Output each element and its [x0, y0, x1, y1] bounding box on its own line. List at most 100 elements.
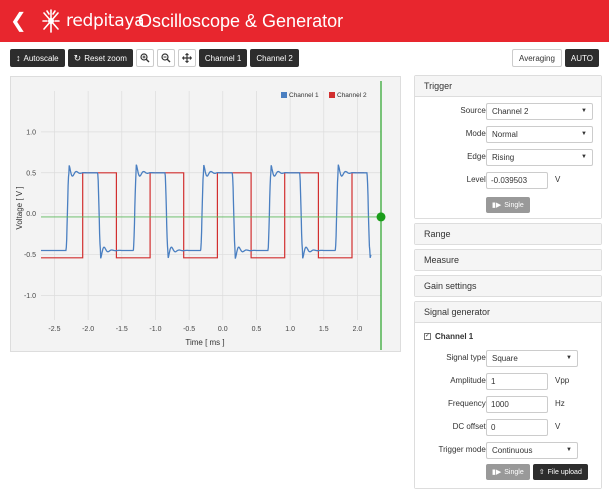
x-tick-label: 1.5 [319, 326, 329, 333]
legend-entry: Channel 1 [289, 92, 319, 99]
trigger-handle[interactable] [376, 212, 386, 222]
x-tick-label: -1.5 [116, 326, 128, 333]
trigger-single-button[interactable]: ▮▶ Single [486, 197, 530, 213]
autoscale-button[interactable]: ↕ Autoscale [10, 49, 65, 67]
trigger-level-unit: V [555, 175, 561, 184]
trigger-mode-gen-select[interactable]: Continuous ▼ [486, 442, 578, 459]
y-tick-label: 0.5 [26, 170, 36, 177]
x-tick-label: -2.0 [82, 326, 94, 333]
generator-single-button[interactable]: ▮▶ Single [486, 464, 530, 480]
pan-button[interactable] [177, 49, 196, 67]
frequency-unit: Hz [555, 399, 565, 408]
file-upload-button[interactable]: ⇧ File upload [532, 464, 588, 480]
file-upload-label: File upload [547, 468, 582, 476]
trigger-edge-row: Edge: Rising ▼ [415, 146, 601, 169]
trigger-level-label: Level: [466, 175, 488, 184]
upload-icon: ⇧ [538, 469, 545, 476]
redpitaya-logo[interactable]: redpitaya [40, 6, 145, 36]
trigger-edge-label: Edge: [467, 152, 488, 161]
refresh-icon: ↻ [73, 52, 82, 63]
legend-swatch [329, 92, 335, 98]
trigger-mode-gen-row: Trigger mode: Continuous ▼ [415, 439, 601, 462]
pan-icon [182, 53, 192, 63]
channel1-checkbox-label: Channel 1 [435, 332, 474, 341]
signal-type-select[interactable]: Square ▼ [486, 350, 578, 367]
trigger-source-select[interactable]: Channel 2 ▼ [486, 103, 593, 120]
channel2-label: Channel 2 [256, 53, 293, 63]
caret-down-icon: ▼ [581, 154, 587, 160]
signal-type-value: Square [492, 354, 518, 363]
measure-section-header[interactable]: Measure [415, 250, 601, 270]
y-axis-label: Voltage [ V ] [15, 186, 24, 229]
frequency-label: Frequency: [447, 399, 488, 408]
range-section: Range [414, 223, 602, 245]
graph-toolbar: ↕ Autoscale ↻ Reset zoom Channel 1 Chann… [10, 49, 299, 67]
channel1-checkbox-row: ✓ Channel 1 [415, 325, 601, 347]
x-tick-label: -2.5 [48, 326, 60, 333]
dc-offset-label: DC offset: [452, 422, 488, 431]
auto-button[interactable]: AUTO [564, 49, 599, 67]
y-tick-label: 0.0 [26, 211, 36, 218]
trigger-mode-row: Mode: Normal ▼ [415, 123, 601, 146]
plot-svg[interactable]: -2.5 -2.0 -1.5 -1.0 -0.5 0.0 0.5 1.0 1.5 2.0 1.0 0.… [11, 77, 402, 353]
frequency-input[interactable]: 1000 [486, 396, 548, 413]
oscilloscope-graph[interactable]: -2.5 -2.0 -1.5 -1.0 -0.5 0.0 0.5 1.0 1.5 2.0 1.0 0.… [10, 76, 401, 352]
averaging-button[interactable]: Averaging [512, 49, 562, 67]
signal-type-row: Signal type: Square ▼ [415, 347, 601, 370]
auto-label: AUTO [570, 53, 593, 63]
range-section-header[interactable]: Range [415, 224, 601, 244]
signal-generator-section-body: ✓ Channel 1 Signal type: Square ▼ Amplit… [415, 322, 601, 488]
gain-settings-section: Gain settings [414, 275, 602, 297]
reset-zoom-button[interactable]: ↻ Reset zoom [67, 49, 133, 67]
trigger-mode-gen-label: Trigger mode: [438, 445, 489, 454]
generator-single-label: Single [504, 468, 524, 476]
trigger-edge-select[interactable]: Rising ▼ [486, 149, 593, 166]
amplitude-input[interactable]: 1 [486, 373, 548, 390]
trigger-mode-value: Normal [492, 130, 518, 139]
averaging-label: Averaging [519, 53, 555, 63]
single-step-icon: ▮▶ [492, 202, 502, 209]
caret-down-icon: ▼ [566, 355, 572, 361]
zoom-in-button[interactable] [135, 49, 154, 67]
trigger-single-wrap: ▮▶ Single [415, 192, 601, 213]
caret-down-icon: ▼ [581, 108, 587, 114]
top-bar: ❮ redpitaya Oscilloscope & Generator [0, 0, 609, 42]
caret-down-icon: ▼ [566, 447, 572, 453]
trigger-source-row: Source: Channel 2 ▼ [415, 100, 601, 123]
x-tick-label: 2.0 [353, 326, 363, 333]
graph-toolbar-right: Averaging AUTO [512, 49, 599, 67]
logo-text: redpitaya [66, 11, 145, 31]
gain-settings-section-header[interactable]: Gain settings [415, 276, 601, 296]
trigger-edge-value: Rising [492, 153, 515, 162]
zoom-out-icon [161, 53, 171, 63]
trigger-source-value: Channel 2 [492, 107, 529, 116]
legend-swatch [281, 92, 287, 98]
channel2-button[interactable]: Channel 2 [250, 49, 299, 67]
legend-entry: Channel 2 [337, 92, 367, 99]
x-tick-label: 0.5 [252, 326, 262, 333]
dc-offset-row: DC offset: 0 V [415, 416, 601, 439]
x-axis-label: Time [ ms ] [185, 338, 224, 347]
generator-buttons: ▮▶ Single ⇧ File upload [415, 462, 601, 480]
vertical-arrows-icon: ↕ [16, 53, 21, 63]
x-tick-label: -1.0 [149, 326, 161, 333]
zoom-out-button[interactable] [156, 49, 175, 67]
x-tick-label: -0.5 [183, 326, 195, 333]
trigger-level-input[interactable]: -0.039503 [486, 172, 548, 189]
back-chevron-icon[interactable]: ❮ [10, 11, 27, 31]
dc-offset-input[interactable]: 0 [486, 419, 548, 436]
trigger-section-header[interactable]: Trigger [415, 76, 601, 96]
dc-offset-unit: V [555, 422, 561, 431]
signal-type-label: Signal type: [446, 353, 488, 362]
reset-zoom-label: Reset zoom [84, 53, 127, 63]
trigger-level-row: Level: -0.039503 V [415, 169, 601, 192]
trigger-mode-select[interactable]: Normal ▼ [486, 126, 593, 143]
channel1-checkbox[interactable]: ✓ [424, 333, 431, 340]
amplitude-unit: Vpp [555, 376, 570, 385]
channel1-button[interactable]: Channel 1 [198, 49, 248, 67]
channel1-label: Channel 1 [204, 53, 242, 63]
trigger-single-label: Single [504, 201, 524, 209]
signal-generator-section-header[interactable]: Signal generator [415, 302, 601, 322]
measure-section: Measure [414, 249, 602, 271]
frequency-row: Frequency: 1000 Hz [415, 393, 601, 416]
